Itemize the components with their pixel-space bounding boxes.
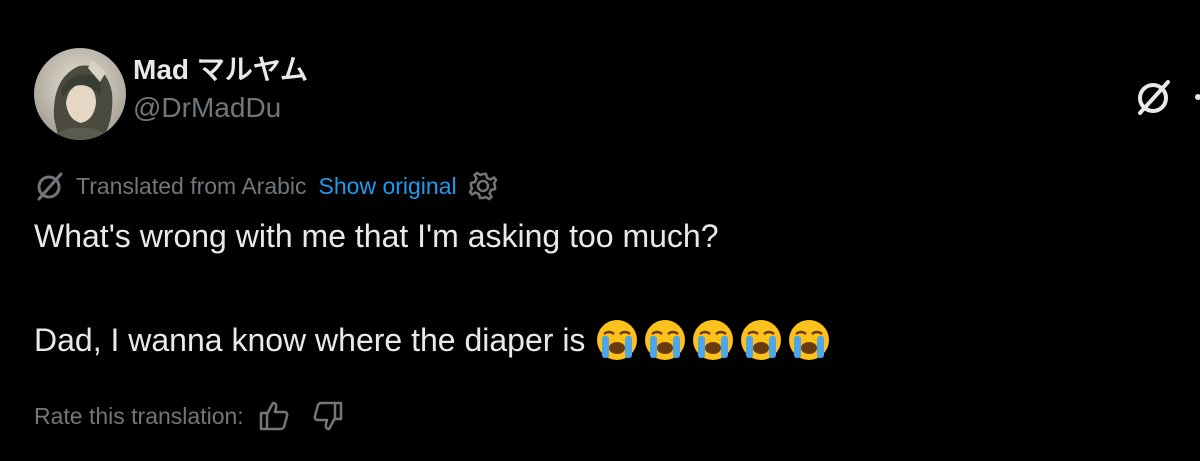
translate-icon xyxy=(34,170,66,202)
translated-from-label: Translated from Arabic xyxy=(76,172,307,199)
author-handle[interactable]: @DrMadDu xyxy=(133,92,281,124)
crying-face-emoji-icon xyxy=(693,320,734,360)
rate-translation-label: Rate this translation: xyxy=(34,402,244,429)
avatar[interactable] xyxy=(34,48,126,140)
tweet-text-line-2: Dad, I wanna know where the diaper is xyxy=(34,318,835,362)
tweet-text-line-1: What's wrong with me that I'm asking too… xyxy=(34,218,719,254)
tweet-text-line-2-text: Dad, I wanna know where the diaper is xyxy=(34,321,586,358)
crying-face-emoji-icon xyxy=(597,320,638,360)
thumbs-up-icon[interactable] xyxy=(258,399,292,433)
rate-translation-row: Rate this translation: xyxy=(34,398,362,434)
emoji-group xyxy=(595,318,835,362)
grok-icon[interactable] xyxy=(1133,76,1175,118)
crying-face-emoji-icon xyxy=(645,320,686,360)
show-original-link[interactable]: Show original xyxy=(319,173,457,200)
thumbs-down-icon[interactable] xyxy=(310,399,344,433)
crying-face-emoji-icon xyxy=(741,320,782,360)
author-name[interactable]: Mad マルヤム xyxy=(133,48,308,88)
more-icon[interactable] xyxy=(1190,82,1200,112)
crying-face-emoji-icon xyxy=(789,320,830,360)
gear-icon[interactable] xyxy=(467,170,499,202)
translation-notice: Translated from Arabic Show original xyxy=(34,170,499,202)
